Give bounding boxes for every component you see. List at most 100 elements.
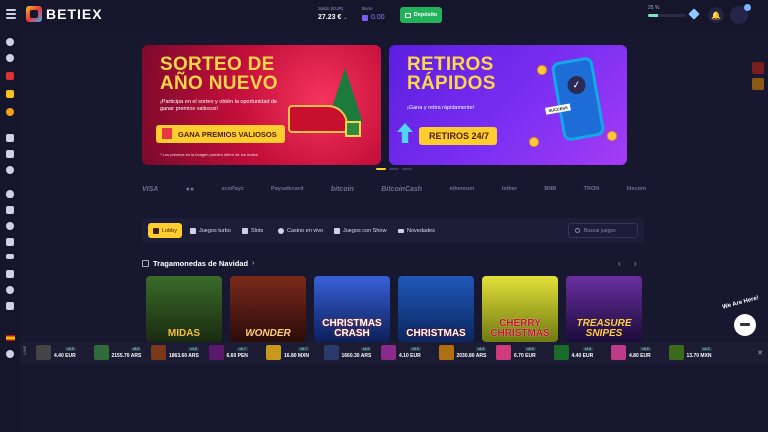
game-thumbnail [668, 345, 684, 360]
sidebar-tv-icon[interactable] [6, 254, 14, 259]
ticker-amount: 6.60 PEN [226, 352, 248, 359]
category-tabs: Lobby Juegos turbo Slots Casino en vivo … [142, 218, 644, 243]
ticker-item[interactable]: x4.8 4.40 EUR [553, 345, 594, 360]
sidebar-fire-icon[interactable] [6, 190, 14, 198]
page: BETIEX Saldo (EUR) 27.23 € ⌄ Bono 0.00 D… [0, 0, 768, 432]
sidebar-support-icon[interactable] [6, 350, 14, 358]
right-widget-gift-icon[interactable] [752, 62, 764, 74]
sidebar-info-icon[interactable] [6, 166, 14, 174]
game-thumbnail [611, 345, 626, 360]
balance-display[interactable]: Saldo (EUR) 27.23 € ⌄ [318, 6, 348, 21]
section-header[interactable]: Tragamonedas de Navidad › [142, 259, 254, 268]
ticker-multiplier: x5.5 [410, 346, 421, 351]
close-icon[interactable]: ✕ [757, 349, 763, 357]
live-wins-ticker: LIVE x5.5 4.40 EUR x8.9 2155.70 ARS x4.8 1863… [20, 342, 768, 364]
ticker-item[interactable]: x5.5 4.40 EUR [36, 345, 76, 360]
ticker-item[interactable]: x4.8 1863.60 ARS [151, 345, 199, 360]
right-widget-chest-icon[interactable] [752, 78, 764, 90]
promo-banner-new-year[interactable]: SORTEO DE AÑO NUEVO ¡Participa en el sor… [142, 45, 381, 165]
live-icon [278, 227, 284, 234]
game-card[interactable]: MIDAS [146, 276, 222, 342]
ticker-item[interactable]: x4.3 13.70 MXN [668, 345, 712, 360]
spain-flag-icon[interactable] [6, 335, 15, 341]
ticker-item[interactable]: x4.8 2030.80 ARS [438, 345, 487, 360]
level-percent: 25 % [648, 5, 660, 11]
sidebar-umbrella-icon[interactable] [6, 90, 14, 98]
phone-success-label: SUCCESS [545, 103, 572, 115]
ticker-amount: 1863.60 ARS [169, 352, 199, 359]
sleigh-illustration [283, 63, 373, 143]
banner-subtitle: ¡Gana y retira rápidamente! [407, 105, 475, 111]
next-arrow-icon[interactable]: › [634, 259, 637, 268]
bonus-value: 0.00 [362, 14, 385, 21]
ticker-item[interactable]: x4.8 1660.30 ARS [323, 345, 372, 360]
ticker-item[interactable]: x5.5 6.70 EUR [496, 345, 536, 360]
ticker-amount: 4.40 EUR [571, 352, 594, 359]
sidebar-live-icon[interactable] [6, 222, 14, 230]
tab-live-casino[interactable]: Casino en vivo [278, 223, 323, 238]
logo[interactable]: BETIEX [26, 6, 103, 22]
game-thumbnail [266, 345, 281, 360]
promo-banner-fast-withdrawals[interactable]: RETIROS RÁPIDOS ¡Gana y retira rápidamen… [389, 45, 627, 165]
avatar[interactable] [730, 4, 751, 24]
ticker-amount: 1660.30 ARS [341, 352, 372, 359]
sidebar-thumb-icon[interactable] [6, 270, 14, 278]
payment-bitcoin: bitcoin [330, 185, 354, 193]
sidebar-trophy-icon[interactable] [6, 150, 14, 158]
tab-slots[interactable]: Slots [242, 223, 263, 238]
chat-button[interactable] [734, 314, 756, 336]
game-card[interactable]: CHERRY CHRISTMAS [482, 276, 558, 342]
sidebar-gift-icon[interactable] [6, 134, 14, 142]
ticker-amount: 4.10 EUR [399, 352, 421, 359]
sidebar-star-icon[interactable] [6, 238, 14, 246]
game-card[interactable]: CHRISTMAS CRASH [314, 276, 390, 342]
banner-cta-button[interactable]: GANA PREMIOS VALIOSOS [156, 125, 285, 143]
banner-title: SORTEO DE AÑO NUEVO [160, 54, 278, 94]
top-header: BETIEX Saldo (EUR) 27.23 € ⌄ Bono 0.00 D… [0, 0, 768, 30]
banner-title: RETIROS RÁPIDOS [407, 54, 496, 94]
banner-subtitle: ¡Participa en el sorteo y obtén la oport… [160, 99, 278, 112]
tab-show-games[interactable]: Juegos con Show [334, 223, 386, 238]
game-card[interactable]: Treasure SNIPES [566, 276, 642, 342]
menu-icon[interactable] [6, 9, 16, 19]
ticker-item[interactable]: x5.5 4.80 EUR [611, 345, 651, 360]
search-input[interactable]: Buscar juegos [568, 223, 638, 238]
game-card[interactable]: Wonder [230, 276, 306, 342]
bonus-display[interactable]: Bono 0.00 [362, 6, 385, 21]
fire-icon [190, 227, 196, 234]
ticker-item[interactable]: x5.7 16.80 MXN [266, 345, 310, 360]
bell-icon[interactable]: 🔔 [708, 7, 724, 23]
ticker-item[interactable]: x8.9 2155.70 ARS [93, 345, 142, 360]
sidebar-slots-icon[interactable] [6, 206, 14, 214]
payment-paysafecard: Paysafecard [271, 186, 304, 192]
payment-ecopayz: ecoPayz [221, 186, 244, 192]
ticker-item[interactable]: x5.5 4.10 EUR [381, 345, 421, 360]
sidebar-casino-icon[interactable] [6, 38, 14, 46]
sidebar-globe-icon[interactable] [6, 286, 14, 294]
tab-turbo[interactable]: Juegos turbo [190, 223, 231, 238]
level-progress[interactable]: 25 % [648, 5, 686, 17]
sidebar-coin-icon[interactable] [6, 108, 14, 116]
sidebar-promo-icon[interactable] [6, 72, 14, 80]
prev-arrow-icon[interactable]: ‹ [618, 259, 621, 268]
game-thumbnail [381, 345, 396, 360]
ticker-amount: 2155.70 ARS [111, 352, 142, 359]
ticker-item[interactable]: x6.7 6.60 PEN [208, 345, 248, 360]
diamond-icon[interactable] [688, 8, 700, 20]
games-row: MIDAS Wonder CHRISTMAS CRASH CHRISTMAS C… [146, 276, 642, 342]
payment-litecoin: litecoin [626, 186, 646, 192]
carousel-dots[interactable] [376, 168, 412, 170]
tab-lobby[interactable]: Lobby [148, 223, 182, 238]
banner-cta-button[interactable]: RETIROS 24/7 [419, 127, 498, 145]
deposit-button[interactable]: Depósito [400, 7, 442, 23]
game-thumbnail [553, 345, 569, 360]
ticker-amount: 4.40 EUR [54, 352, 76, 359]
game-card[interactable]: CHRISTMAS [398, 276, 474, 342]
ticker-multiplier: x4.8 [360, 346, 372, 351]
ticker-amount: 16.80 MXN [284, 352, 310, 359]
game-thumbnail [496, 345, 511, 360]
tab-news[interactable]: Novedades [398, 223, 435, 238]
ticker-multiplier: x5.5 [640, 346, 651, 351]
sidebar-sports-icon[interactable] [6, 54, 14, 62]
sidebar-tree-icon[interactable] [6, 302, 14, 310]
